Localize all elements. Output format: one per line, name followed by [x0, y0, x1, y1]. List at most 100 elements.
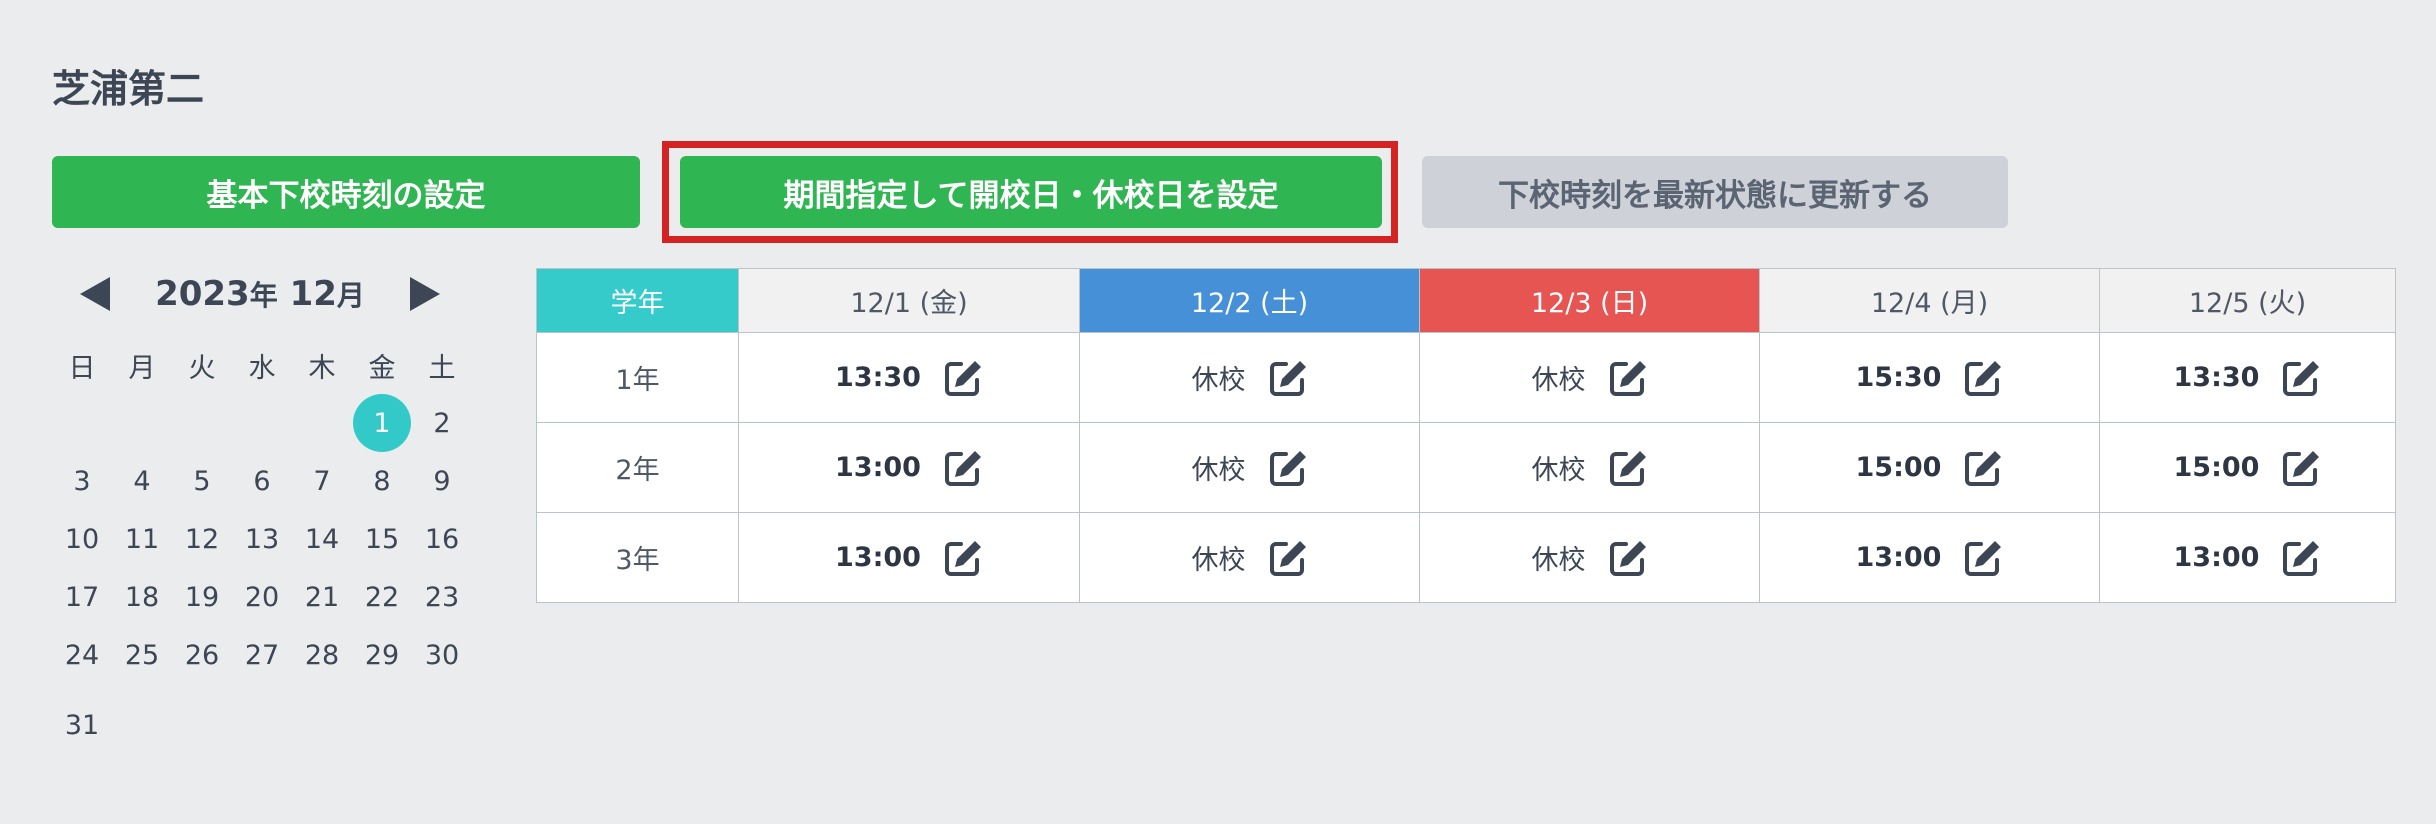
calendar-day[interactable]: 3 [52, 452, 112, 510]
dismissal-time: 13:30 [2173, 362, 2260, 393]
date-column-header: 12/3 (日) [1419, 268, 1760, 333]
calendar-day[interactable]: 25 [112, 626, 172, 684]
calendar-day[interactable]: 31 [52, 696, 112, 754]
schedule-cell[interactable]: 休校 [1079, 422, 1420, 513]
dismissal-time: 13:00 [835, 542, 921, 573]
edit-icon[interactable] [943, 448, 983, 488]
schedule-cell[interactable]: 13:00 [738, 422, 1080, 513]
calendar-day[interactable]: 24 [52, 626, 112, 684]
edit-icon[interactable] [1608, 358, 1648, 398]
calendar-day[interactable]: 7 [292, 452, 352, 510]
edit-icon[interactable] [2281, 448, 2321, 488]
calendar-day[interactable]: 30 [412, 626, 472, 684]
schedule-cell[interactable]: 休校 [1079, 512, 1420, 603]
closed-label: 休校 [1531, 545, 1586, 576]
calendar-day[interactable]: 15 [352, 510, 412, 568]
edit-icon[interactable] [1608, 538, 1648, 578]
calendar-week-row: 10 11 12 13 14 15 16 [52, 510, 472, 568]
weekday-label: 水 [248, 352, 276, 384]
dismissal-time: 13:00 [2173, 542, 2260, 573]
next-month-icon[interactable] [410, 277, 440, 311]
schedule-cell[interactable]: 休校 [1079, 332, 1420, 423]
calendar-day[interactable]: 29 [352, 626, 412, 684]
calendar-day[interactable]: 9 [412, 452, 472, 510]
calendar-day[interactable]: 17 [52, 568, 112, 626]
selected-day-circle: 1 [353, 394, 411, 452]
closed-label: 休校 [1191, 455, 1246, 486]
edit-icon[interactable] [1608, 448, 1648, 488]
edit-icon[interactable] [2281, 358, 2321, 398]
schedule-cell[interactable]: 13:00 [738, 512, 1080, 603]
calendar-day[interactable]: 11 [112, 510, 172, 568]
calendar-day[interactable]: 26 [172, 626, 232, 684]
school-title: 芝浦第二 [52, 67, 205, 111]
edit-icon[interactable] [943, 358, 983, 398]
edit-icon[interactable] [1268, 448, 1308, 488]
table-row: 1年 13:30 休校 休校 15:30 13:30 [536, 332, 2396, 423]
schedule-cell[interactable]: 13:00 [2099, 512, 2396, 603]
calendar-day[interactable]: 23 [412, 568, 472, 626]
calendar-week-row: 31 [52, 696, 472, 754]
set-open-closed-days-button[interactable]: 期間指定して開校日・休校日を設定 [680, 156, 1382, 228]
date-column-header: 12/5 (火) [2099, 268, 2396, 333]
calendar-day[interactable]: 18 [112, 568, 172, 626]
calendar-day[interactable]: 21 [292, 568, 352, 626]
schedule-cell[interactable]: 13:00 [1759, 512, 2100, 603]
closed-label: 休校 [1191, 365, 1246, 396]
calendar-empty-cell [232, 696, 292, 754]
schedule-cell[interactable]: 休校 [1419, 332, 1760, 423]
dismissal-schedule-table: 学年 12/1 (金) 12/2 (土) 12/3 (日) 12/4 (月) 12/5 (… [536, 268, 2396, 603]
calendar-day[interactable]: 4 [112, 452, 172, 510]
schedule-cell[interactable]: 休校 [1419, 512, 1760, 603]
dismissal-time: 15:30 [1855, 362, 1942, 393]
schedule-cell[interactable]: 15:00 [2099, 422, 2396, 513]
calendar-day[interactable]: 22 [352, 568, 412, 626]
closed-label: 休校 [1531, 455, 1586, 486]
edit-icon[interactable] [2281, 538, 2321, 578]
calendar-day[interactable]: 6 [232, 452, 292, 510]
calendar-day[interactable]: 28 [292, 626, 352, 684]
edit-icon[interactable] [1268, 358, 1308, 398]
calendar-day[interactable]: 13 [232, 510, 292, 568]
date-column-header: 12/1 (金) [738, 268, 1080, 333]
calendar-empty-cell [112, 696, 172, 754]
weekday-label: 日 [68, 352, 96, 384]
edit-icon[interactable] [1268, 538, 1308, 578]
basic-dismissal-time-button[interactable]: 基本下校時刻の設定 [52, 156, 640, 228]
calendar-day[interactable]: 20 [232, 568, 292, 626]
prev-month-icon[interactable] [80, 277, 110, 311]
calendar-empty-cell [232, 394, 292, 452]
schedule-cell[interactable]: 13:30 [2099, 332, 2396, 423]
calendar-day-selected[interactable]: 1 [352, 394, 412, 452]
calendar-empty-cell [412, 696, 472, 754]
schedule-cell[interactable]: 13:30 [738, 332, 1080, 423]
grade-column-header: 学年 [536, 268, 739, 333]
calendar-empty-cell [52, 394, 112, 452]
schedule-cell[interactable]: 15:00 [1759, 422, 2100, 513]
calendar-day[interactable]: 14 [292, 510, 352, 568]
edit-icon[interactable] [1963, 358, 2003, 398]
weekday-label: 月 [128, 352, 156, 384]
calendar-day[interactable]: 16 [412, 510, 472, 568]
table-row: 2年 13:00 休校 休校 15:00 15:00 [536, 422, 2396, 513]
calendar-day[interactable]: 8 [352, 452, 412, 510]
weekday-label: 金 [368, 352, 396, 384]
grade-cell: 1年 [536, 332, 739, 423]
calendar-week-row: 17 18 19 20 21 22 23 [52, 568, 472, 626]
calendar-day[interactable]: 5 [172, 452, 232, 510]
calendar-day[interactable]: 2 [412, 394, 472, 452]
calendar-empty-cell [292, 394, 352, 452]
calendar-day[interactable]: 12 [172, 510, 232, 568]
calendar-day[interactable]: 10 [52, 510, 112, 568]
edit-icon[interactable] [1963, 538, 2003, 578]
schedule-cell[interactable]: 休校 [1419, 422, 1760, 513]
date-column-header: 12/2 (土) [1079, 268, 1420, 333]
refresh-dismissal-times-button[interactable]: 下校時刻を最新状態に更新する [1422, 156, 2008, 228]
calendar-day[interactable]: 19 [172, 568, 232, 626]
calendar-day[interactable]: 27 [232, 626, 292, 684]
calendar-week-row: 24 25 26 27 28 29 30 [52, 626, 472, 684]
schedule-cell[interactable]: 15:30 [1759, 332, 2100, 423]
edit-icon[interactable] [1963, 448, 2003, 488]
closed-label: 休校 [1191, 545, 1246, 576]
edit-icon[interactable] [943, 538, 983, 578]
